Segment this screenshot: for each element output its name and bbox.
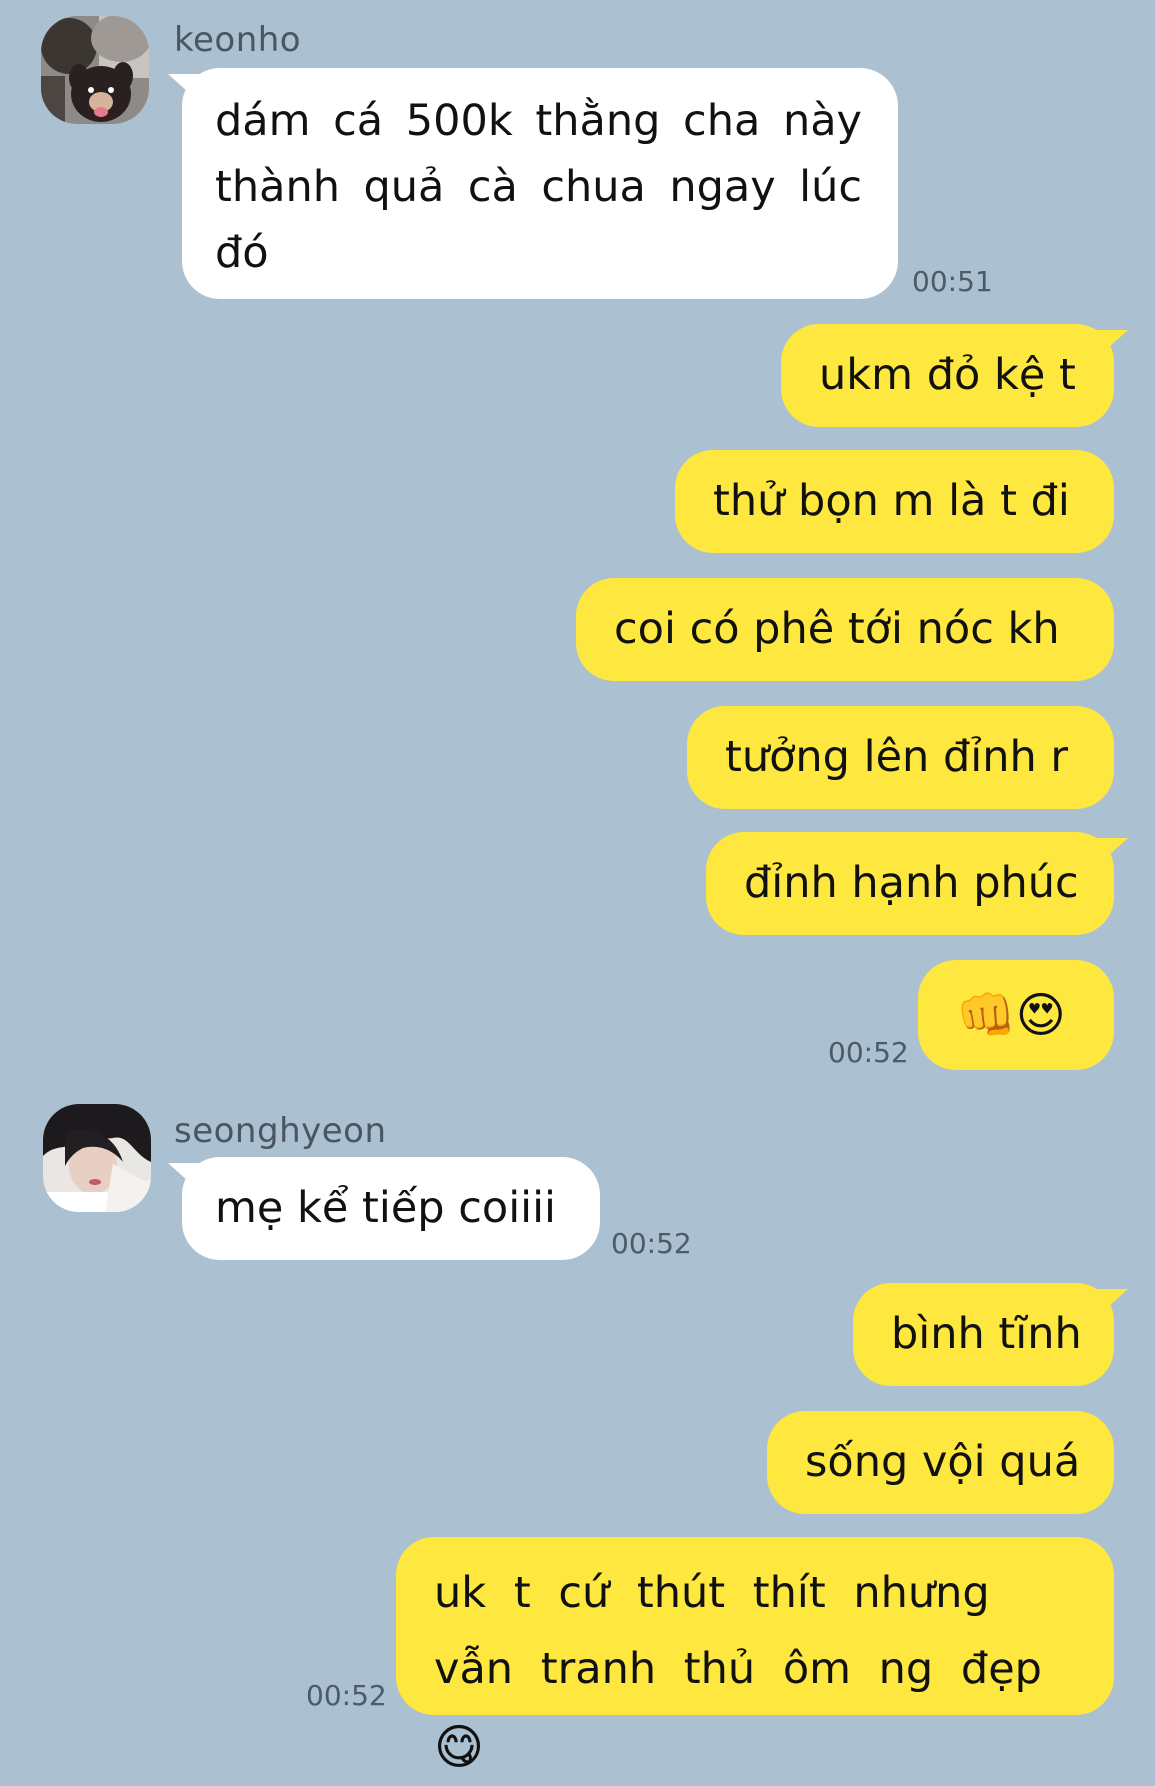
message-bubble[interactable]: đỉnh hạnh phúc — [706, 832, 1114, 935]
message-bubble[interactable]: coi có phê tới nóc kh — [576, 578, 1114, 681]
avatar-keonho-image — [41, 16, 149, 124]
heart-eyes-emoji-icon: 😍 — [1015, 987, 1066, 1044]
message-text: mẹ kể tiếp coiiii — [215, 1183, 556, 1233]
message-bubble[interactable]: uk t cứ thút thít nhưng vẫn tranh thủ ôm… — [396, 1537, 1114, 1776]
emoji-message-bubble[interactable]: 👊😍 — [918, 960, 1114, 1070]
message-text: thử bọn m là t đi — [713, 476, 1070, 526]
message-text: đỉnh hạnh phúc — [744, 858, 1079, 908]
message-bubble[interactable]: ukm đỏ kệ t — [781, 324, 1114, 427]
message-bubble[interactable]: thử bọn m là t đi — [675, 450, 1114, 553]
message-timestamp: 00:51 — [912, 265, 993, 298]
message-text: tưởng lên đỉnh r — [725, 732, 1069, 782]
message-text: dám cá 500k thằng cha này thành quả cà c… — [215, 96, 862, 278]
message-text: bình tĩnh — [891, 1309, 1082, 1359]
message-text: uk t cứ thút thít nhưng vẫn tranh thủ ôm… — [434, 1568, 1042, 1694]
message-timestamp: 00:52 — [828, 1036, 909, 1069]
sender-name-seonghyeon: seonghyeon — [174, 1111, 387, 1151]
message-bubble[interactable]: sống vội quá — [767, 1411, 1114, 1514]
message-timestamp: 00:52 — [611, 1227, 692, 1260]
message-bubble[interactable]: dám cá 500k thằng cha này thành quả cà c… — [182, 68, 898, 299]
message-bubble[interactable]: mẹ kể tiếp coiiii — [182, 1157, 600, 1260]
message-text: coi có phê tới nóc kh — [614, 604, 1060, 654]
message-text: ukm đỏ kệ t — [819, 350, 1076, 400]
sender-name-keonho: keonho — [174, 20, 302, 60]
yum-emoji-icon: 😋 — [434, 1719, 485, 1776]
avatar-seonghyeon-image — [43, 1104, 151, 1212]
avatar-keonho[interactable] — [41, 16, 149, 124]
message-text: sống vội quá — [805, 1437, 1081, 1487]
message-bubble[interactable]: bình tĩnh — [853, 1283, 1114, 1386]
message-timestamp: 00:52 — [306, 1679, 387, 1712]
avatar-seonghyeon[interactable] — [43, 1104, 151, 1212]
message-bubble[interactable]: tưởng lên đỉnh r — [687, 706, 1114, 809]
punch-emoji-icon: 👊 — [956, 987, 1016, 1044]
